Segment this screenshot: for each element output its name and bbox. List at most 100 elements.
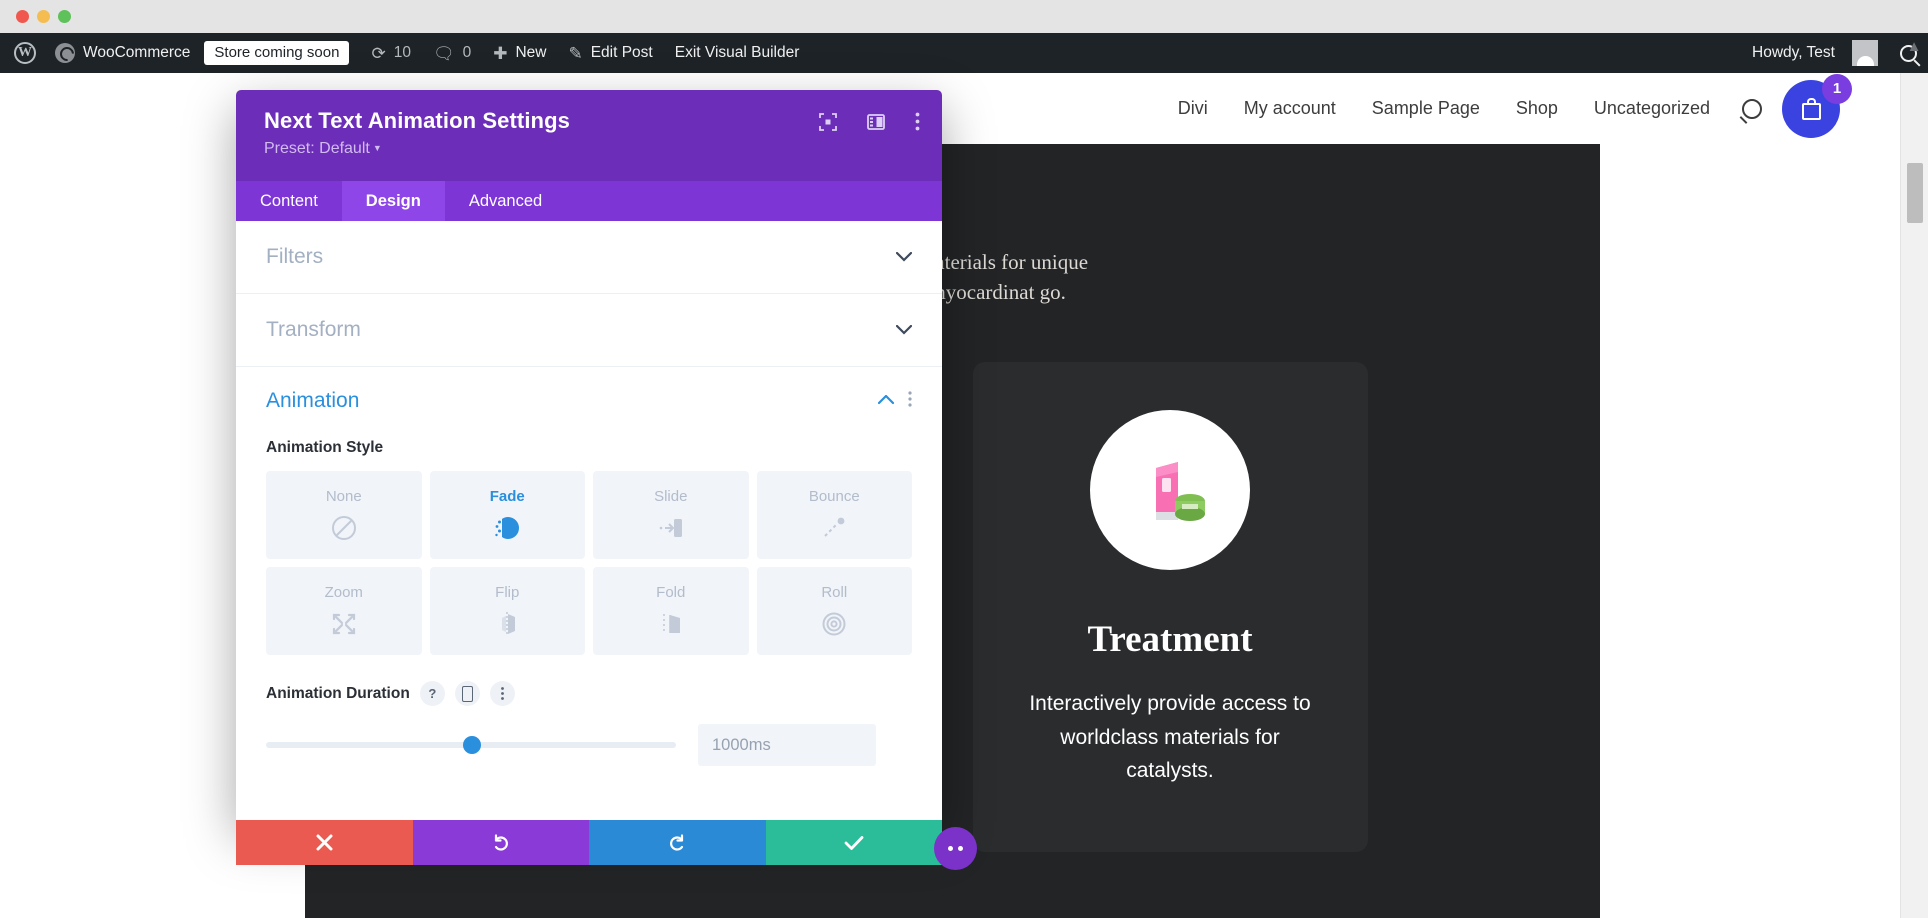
wordpress-logo-menu[interactable]: W <box>0 33 44 73</box>
animation-style-fade[interactable]: Fade <box>429 471 585 559</box>
kebab-menu-icon[interactable] <box>915 112 920 131</box>
checkmark-icon <box>844 835 864 850</box>
chevron-down-icon <box>895 249 913 266</box>
card-icon-badge <box>1090 410 1250 570</box>
animation-style-none[interactable]: None <box>266 471 422 559</box>
admin-bar-edit-post[interactable]: ✎ Edit Post <box>557 33 663 73</box>
animation-style-grid: None Fade Slide Bounce Zoom Flip Fold Ro… <box>266 471 912 655</box>
nav-link-divi[interactable]: Divi <box>1160 98 1226 119</box>
nav-link-my-account[interactable]: My account <box>1226 98 1354 119</box>
section-filters[interactable]: Filters <box>236 221 942 294</box>
modal-action-bar <box>236 820 942 865</box>
no-entry-icon <box>331 513 357 543</box>
avatar <box>1852 40 1878 66</box>
help-icon[interactable]: ? <box>419 681 445 706</box>
nav-link-uncategorized[interactable]: Uncategorized <box>1576 98 1728 119</box>
animation-style-flip[interactable]: Flip <box>429 567 585 655</box>
animation-style-roll[interactable]: Roll <box>756 567 912 655</box>
comments-count: 0 <box>462 44 472 61</box>
maximize-window-button[interactable] <box>58 10 71 23</box>
more-options-button[interactable] <box>934 827 977 870</box>
animation-style-fold[interactable]: Fold <box>593 567 749 655</box>
cancel-button[interactable] <box>236 820 413 865</box>
animation-heading: Animation <box>266 389 360 412</box>
store-coming-soon-badge[interactable]: Store coming soon <box>201 33 360 73</box>
duration-slider-thumb[interactable] <box>462 736 481 754</box>
chevron-down-icon: ▼ <box>372 143 382 153</box>
redo-arrow-icon <box>670 833 684 851</box>
focus-target-icon[interactable] <box>819 112 837 131</box>
modal-header-icons <box>819 112 920 131</box>
undo-button[interactable] <box>412 820 589 865</box>
cream-tube-and-jar-icon <box>1156 462 1205 521</box>
nav-link-shop[interactable]: Shop <box>1498 98 1576 119</box>
search-icon[interactable] <box>1742 98 1762 119</box>
comments-icon: 🗨 <box>432 43 455 63</box>
more-options-icon <box>948 846 953 851</box>
section-filters-label: Filters <box>266 245 324 268</box>
animation-style-slide[interactable]: Slide <box>593 471 749 559</box>
mobile-icon[interactable] <box>454 681 480 706</box>
fade-icon <box>493 513 521 543</box>
admin-bar-updates[interactable]: ⟳ 10 <box>360 33 422 73</box>
wordpress-logo-icon: W <box>14 42 36 64</box>
howdy-label: Howdy, Test <box>1752 44 1835 61</box>
pencil-icon: ✎ <box>568 43 583 63</box>
feature-card[interactable]: Treatment Interactively provide access t… <box>972 362 1368 852</box>
duration-slider[interactable] <box>266 736 676 754</box>
window-titlebar <box>0 0 1928 33</box>
zoom-expand-icon <box>330 609 358 639</box>
redo-button[interactable] <box>589 820 766 865</box>
section-transform-label: Transform <box>266 318 361 341</box>
roll-spiral-icon <box>820 609 848 639</box>
updates-count: 10 <box>393 44 411 61</box>
card-desc-line-2: worldclass materials for <box>1060 725 1280 749</box>
panel-layout-icon[interactable] <box>867 113 885 131</box>
card-description: Interactively provide access to worldcla… <box>1010 687 1330 788</box>
admin-bar-comments[interactable]: 🗨 0 <box>422 33 482 73</box>
undo-arrow-icon <box>494 833 508 851</box>
slide-icon <box>657 513 685 543</box>
fold-icon <box>657 609 685 639</box>
animation-style-bounce[interactable]: Bounce <box>756 471 912 559</box>
animation-style-label: Animation Style <box>266 439 384 456</box>
card-desc-line-1: Interactively provide access to <box>1029 692 1311 715</box>
close-window-button[interactable] <box>16 10 29 23</box>
minimize-window-button[interactable] <box>37 10 50 23</box>
animation-section-header[interactable]: Animation <box>266 389 912 413</box>
cart-button[interactable]: 1 <box>1782 73 1852 138</box>
nav-link-sample-page[interactable]: Sample Page <box>1354 98 1498 119</box>
admin-bar-exit-visual-builder[interactable]: Exit Visual Builder <box>664 33 811 73</box>
tab-design[interactable]: Design <box>341 181 445 221</box>
plus-icon: ✚ <box>493 43 508 63</box>
section-transform[interactable]: Transform <box>236 294 942 367</box>
admin-bar-new[interactable]: ✚ New <box>482 33 557 73</box>
traffic-lights <box>16 10 71 23</box>
preset-label: Preset: Default <box>264 140 370 157</box>
flip-icon <box>493 609 521 639</box>
page-scrollbar[interactable] <box>1900 73 1928 918</box>
chevron-up-icon[interactable] <box>877 392 895 410</box>
bounce-icon <box>820 513 848 543</box>
scrollbar-thumb[interactable] <box>1907 163 1923 223</box>
animation-header-icons <box>877 390 912 412</box>
admin-bar-woocommerce[interactable]: WooCommerce <box>44 33 201 73</box>
cart-count-badge: 1 <box>1822 73 1852 104</box>
modal-tabs: Content Design Advanced <box>236 181 942 221</box>
kebab-menu-icon[interactable] <box>908 390 912 412</box>
tab-content[interactable]: Content <box>236 181 342 221</box>
woocommerce-icon <box>55 43 75 63</box>
edit-post-label: Edit Post <box>590 44 653 61</box>
kebab-menu-icon[interactable] <box>489 681 515 706</box>
tab-advanced[interactable]: Advanced <box>445 181 566 221</box>
preset-selector[interactable]: Preset: Default ▼ <box>264 140 918 158</box>
scroll-up-arrow-icon[interactable]: ▲ <box>1904 36 1924 56</box>
animation-style-zoom[interactable]: Zoom <box>266 567 422 655</box>
new-label: New <box>515 44 547 61</box>
updates-icon: ⟳ <box>371 43 386 63</box>
admin-bar-account[interactable]: Howdy, Test <box>1741 33 1889 73</box>
save-button[interactable] <box>765 820 942 865</box>
card-title: Treatment <box>1087 619 1253 660</box>
animation-duration-control: 1000ms <box>266 724 912 766</box>
duration-value-input[interactable]: 1000ms <box>698 724 876 766</box>
